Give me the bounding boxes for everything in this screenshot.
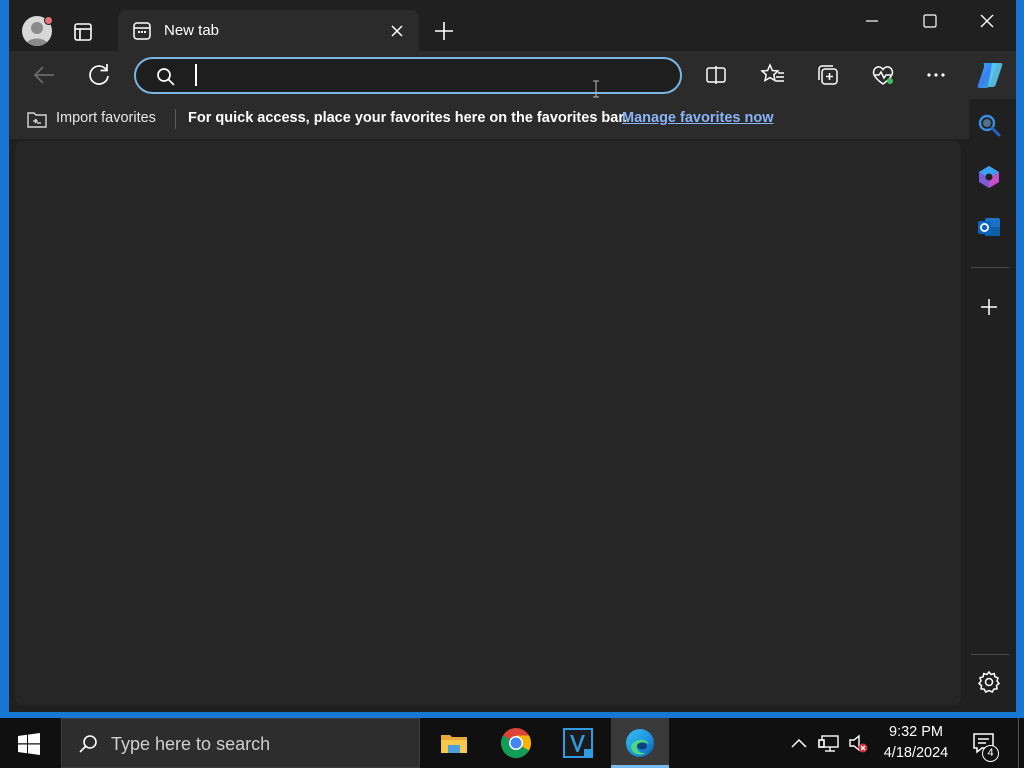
favorites-divider [175,109,176,129]
address-bar[interactable] [134,57,682,98]
minimize-icon[interactable] [852,8,892,34]
close-window-icon[interactable] [967,8,1007,34]
browser-essentials-icon[interactable] [869,61,897,89]
favorites-bar: Import favorites For quick access, place… [9,99,1016,139]
tab-actions-icon[interactable] [71,20,95,44]
search-icon [78,734,98,754]
taskbar-clock[interactable]: 9:32 PM 4/18/2024 [872,722,960,764]
manage-favorites-link[interactable]: Manage favorites now [622,110,773,126]
file-explorer-icon [438,727,470,759]
profile-notification-dot [44,16,53,25]
new-tab-page-icon [132,21,152,41]
microsoft-edge-icon [624,727,656,759]
notification-count-badge: 4 [982,745,999,762]
windows-start-icon[interactable] [18,733,40,755]
collections-icon[interactable] [814,61,842,89]
copilot-app-icon[interactable] [976,164,1002,190]
tab-strip: New tab [9,0,1016,51]
taskbar-search-box[interactable]: Type here to search [61,718,420,768]
taskbar-vs-app[interactable] [549,718,607,768]
show-hidden-icons-chevron-up-icon[interactable] [788,732,810,754]
google-chrome-icon [500,727,532,759]
page-content-area [15,141,961,705]
refresh-icon[interactable] [85,61,113,89]
new-tab-icon[interactable] [433,20,455,42]
favorites-icon[interactable] [759,61,787,89]
split-screen-icon[interactable] [702,61,730,89]
address-input[interactable] [194,63,634,88]
volume-muted-icon[interactable] [847,732,869,754]
copilot-icon[interactable] [974,59,1006,91]
browser-window: New tab Import favorites For quick acces… [9,0,1016,712]
taskbar-microsoft-edge[interactable] [611,718,669,768]
favorites-bar-message: For quick access, place your favorites h… [188,110,628,126]
browser-toolbar [9,51,1016,99]
network-icon[interactable] [818,732,840,754]
tab-title: New tab [164,22,220,39]
settings-and-more-icon[interactable] [922,61,950,89]
search-icon [156,67,176,87]
taskbar-google-chrome[interactable] [487,718,545,768]
import-favorites-button[interactable]: Import favorites [56,110,156,126]
sidebar-search-icon[interactable] [976,112,1002,138]
clock-date: 4/18/2024 [883,745,949,761]
ibeam-cursor-icon [592,80,600,98]
sidebar-divider [971,267,1009,268]
clock-time: 9:32 PM [889,724,943,740]
windows-taskbar: Type here to search 9:32 PM 4/18/2024 4 [0,718,1024,768]
taskbar-search-placeholder: Type here to search [111,734,271,754]
sidebar-add-icon[interactable] [976,294,1002,320]
back-arrow-icon[interactable] [30,61,58,89]
browser-sidebar [969,99,1016,712]
import-favorites-icon[interactable] [26,109,48,129]
taskbar-file-explorer[interactable] [425,718,483,768]
outlook-icon[interactable] [976,214,1002,240]
vs-app-icon [562,727,594,759]
maximize-icon[interactable] [910,8,950,34]
close-tab-icon[interactable] [389,23,405,39]
sidebar-divider [971,654,1009,655]
text-caret [195,64,197,86]
tab-new-tab[interactable]: New tab [118,10,419,51]
sidebar-settings-gear-icon[interactable] [976,669,1002,695]
show-desktop-button[interactable] [1018,718,1019,768]
